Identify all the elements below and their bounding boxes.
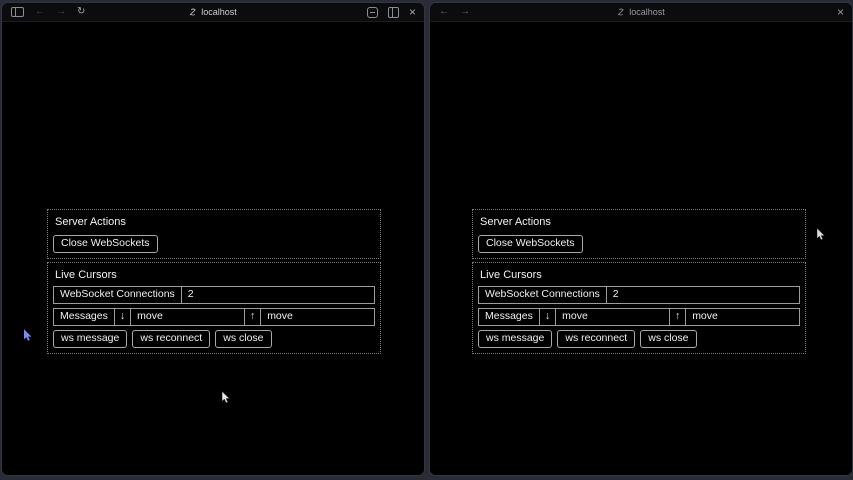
ws-reconnect-button[interactable]: ws reconnect <box>557 330 635 348</box>
forward-button[interactable]: → <box>56 7 66 17</box>
live-cursors-title: Live Cursors <box>480 269 800 281</box>
page-title: localhost <box>629 7 665 17</box>
messages-label: Messages <box>479 309 540 325</box>
websocket-connections-label: WebSocket Connections <box>479 287 607 303</box>
websocket-connections-value: 2 <box>182 287 374 303</box>
tab-overview-button[interactable] <box>367 7 378 18</box>
server-actions-panel: Server Actions Close WebSockets <box>47 209 381 259</box>
reload-button[interactable]: ↻ <box>77 7 85 17</box>
close-websockets-button[interactable]: Close WebSockets <box>478 235 583 253</box>
forward-button[interactable]: → <box>460 7 470 17</box>
outgoing-message-value: move <box>556 309 670 325</box>
tab-overview-icon <box>367 7 378 18</box>
incoming-message-value: move <box>261 309 374 325</box>
outgoing-arrow-icon: ↓ <box>540 309 556 325</box>
ws-reconnect-button[interactable]: ws reconnect <box>132 330 210 348</box>
page-title: localhost <box>201 7 237 17</box>
url-link-icon <box>189 8 197 16</box>
ws-message-button[interactable]: ws message <box>53 330 127 348</box>
server-actions-title: Server Actions <box>480 216 800 228</box>
ws-close-button[interactable]: ws close <box>215 330 271 348</box>
close-websockets-button[interactable]: Close WebSockets <box>53 235 158 253</box>
messages-label: Messages <box>54 309 115 325</box>
messages-row: Messages ↓ move ↑ move <box>53 308 375 326</box>
server-actions-title: Server Actions <box>55 216 375 228</box>
close-window-button[interactable]: × <box>837 7 844 17</box>
incoming-arrow-icon: ↑ <box>670 309 686 325</box>
browser-window-right: ← → localhost × Server Actions Close Web… <box>429 2 853 476</box>
page-content: Server Actions Close WebSockets Live Cur… <box>2 22 424 476</box>
websocket-connections-row: WebSocket Connections 2 <box>478 286 800 304</box>
split-view-button[interactable] <box>388 7 399 18</box>
back-button[interactable]: ← <box>439 7 449 17</box>
titlebar[interactable]: ← → ↻ localhost × <box>2 3 424 22</box>
messages-row: Messages ↓ move ↑ move <box>478 308 800 326</box>
browser-window-left: ← → ↻ localhost × <box>1 2 425 476</box>
sidebar-toggle-button[interactable] <box>11 7 24 17</box>
outgoing-message-value: move <box>131 309 245 325</box>
server-actions-panel: Server Actions Close WebSockets <box>472 209 806 259</box>
ws-close-button[interactable]: ws close <box>640 330 696 348</box>
websocket-connections-label: WebSocket Connections <box>54 287 182 303</box>
sidebar-icon <box>11 7 24 17</box>
titlebar[interactable]: ← → localhost × <box>430 3 852 22</box>
outgoing-arrow-icon: ↓ <box>115 309 131 325</box>
back-button[interactable]: ← <box>35 7 45 17</box>
live-cursors-panel: Live Cursors WebSocket Connections 2 Mes… <box>472 262 806 354</box>
close-window-button[interactable]: × <box>409 7 416 17</box>
live-cursors-panel: Live Cursors WebSocket Connections 2 Mes… <box>47 262 381 354</box>
url-link-icon <box>617 8 625 16</box>
websocket-connections-value: 2 <box>607 287 799 303</box>
split-view-icon <box>388 7 399 18</box>
ws-message-button[interactable]: ws message <box>478 330 552 348</box>
page-content: Server Actions Close WebSockets Live Cur… <box>430 22 852 476</box>
incoming-message-value: move <box>686 309 799 325</box>
live-cursors-title: Live Cursors <box>55 269 375 281</box>
incoming-arrow-icon: ↑ <box>245 309 261 325</box>
websocket-connections-row: WebSocket Connections 2 <box>53 286 375 304</box>
